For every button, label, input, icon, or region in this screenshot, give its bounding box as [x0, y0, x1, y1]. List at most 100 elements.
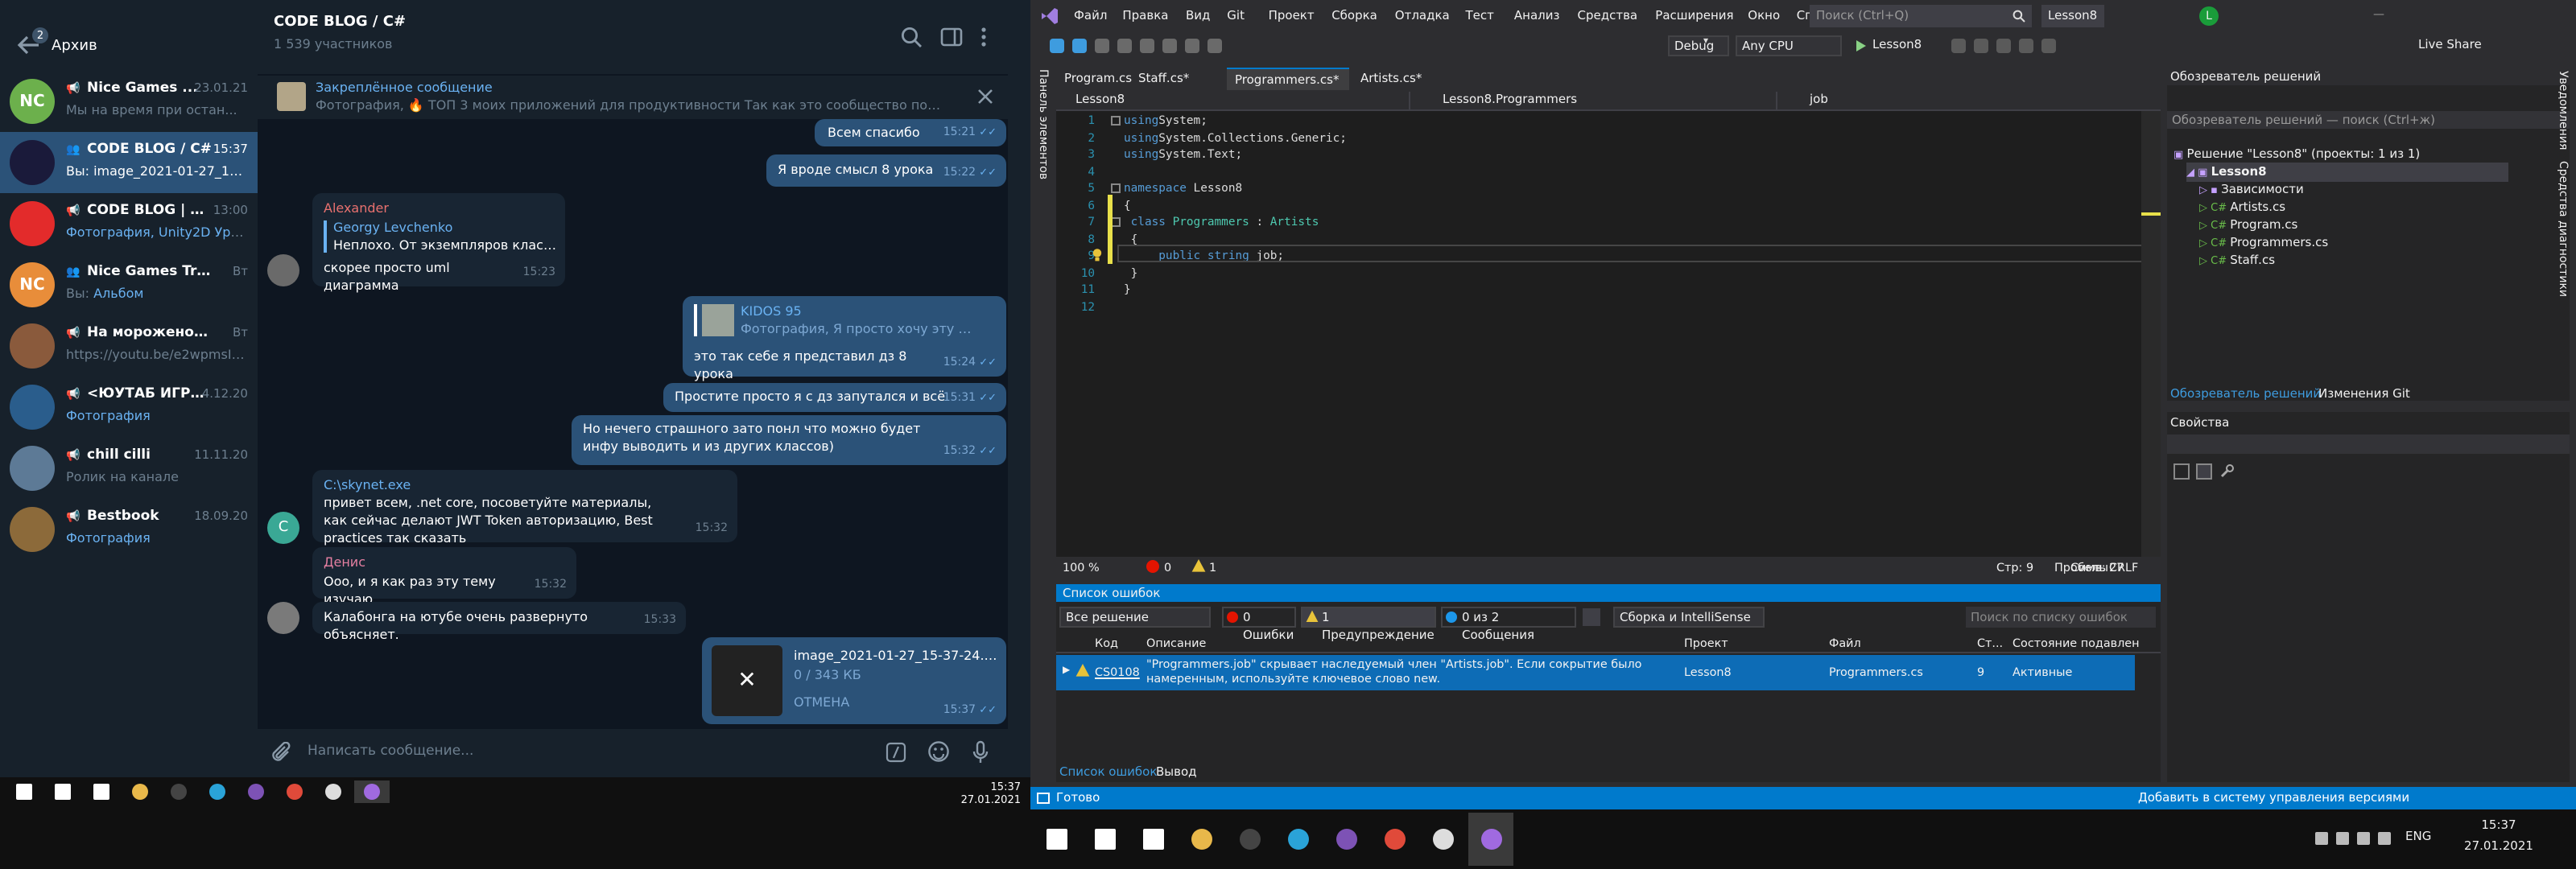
menu-item[interactable]: Средства	[1578, 8, 1638, 23]
viber-icon[interactable]	[238, 780, 274, 803]
column-header[interactable]: Описание	[1146, 632, 1206, 653]
alphabetical-icon[interactable]	[2196, 463, 2212, 480]
microphone-icon[interactable]	[972, 740, 989, 764]
code-line[interactable]: }	[1124, 282, 1131, 299]
cancel-download-icon[interactable]: ✕	[729, 663, 765, 698]
error-search-input[interactable]: Поиск по списку ошибок	[1966, 607, 2156, 628]
open-icon[interactable]	[1117, 39, 1132, 53]
warning-count[interactable]: 1	[1209, 560, 1216, 575]
save-icon[interactable]	[1140, 39, 1154, 53]
column-header[interactable]: Код	[1095, 632, 1118, 653]
zoom-level[interactable]: 100 %	[1063, 560, 1100, 575]
menu-item[interactable]: Вид	[1186, 8, 1210, 23]
live-share-button[interactable]: Live Share	[2418, 37, 2482, 51]
sender-name[interactable]: C:\skynet.exe	[324, 476, 411, 494]
search-icon[interactable]	[2013, 10, 2025, 23]
source-control-button[interactable]: Добавить в систему управления версиями	[2138, 790, 2409, 805]
chrome-icon[interactable]	[277, 780, 312, 803]
menu-item[interactable]: Сборка	[1331, 8, 1377, 23]
windows-icon[interactable]	[6, 780, 42, 803]
menu-item[interactable]: Расширения	[1655, 8, 1733, 23]
user-avatar[interactable]: L	[2199, 6, 2219, 26]
solution-tree-item[interactable]: ▷ C# Artists.cs	[2199, 198, 2285, 217]
stop-icon[interactable]	[1951, 39, 1966, 53]
bot-command-icon[interactable]	[886, 742, 906, 763]
column-header[interactable]: Состояние подавлен	[2013, 632, 2140, 653]
message-bubble[interactable]: ✕ image_2021-01-27_15-37-24.png 0 / 343 КБ…	[702, 637, 1006, 724]
toolbox-tab[interactable]: Панель элементов	[1034, 69, 1050, 198]
run-target[interactable]: Lesson8	[1872, 37, 1922, 51]
solution-tree-item[interactable]: ▷ C# Staff.cs	[2199, 251, 2275, 270]
message-input[interactable]: Написать сообщение...	[308, 743, 855, 766]
editor-scrollbar[interactable]	[2141, 111, 2161, 557]
menu-item[interactable]: Окно	[1748, 8, 1780, 23]
chat-list-item[interactable]: 📢 Bestbook 18.09.20 Фотография	[0, 499, 258, 560]
tab-git-changes[interactable]: Изменения Git	[2318, 386, 2410, 401]
message-bubble[interactable]: C:\skynet.exe привет всем, .net core, пос…	[312, 470, 737, 546]
code-line[interactable]: namespace Lesson8	[1124, 180, 1242, 197]
expand-icon[interactable]: ▶	[1063, 665, 1070, 676]
explorer-icon[interactable]	[122, 780, 158, 803]
message-bubble[interactable]: Всем спасибо 15:21 ✓✓	[815, 119, 1006, 146]
message-bubble[interactable]: Alexander Georgy Levchenko Неплохо. От экз…	[312, 193, 565, 293]
cancel-link[interactable]: ОТМЕНА	[794, 694, 849, 711]
obs-icon[interactable]	[161, 780, 196, 803]
solution-tree-item[interactable]: ▷ C# Programmers.cs	[2199, 233, 2328, 253]
bookmark-icon[interactable]	[1996, 39, 2011, 53]
close-icon[interactable]	[977, 89, 993, 105]
solution-tree-item[interactable]: ▣ Решение "Lesson8" (проекты: 1 из 1)	[2174, 145, 2420, 164]
telegram-icon[interactable]	[1275, 813, 1320, 866]
task-view-icon[interactable]	[84, 780, 119, 803]
build-filter-dropdown[interactable]: Сборка и IntelliSense	[1613, 607, 1765, 628]
sidebar-toggle-icon[interactable]	[940, 26, 963, 48]
more-icon[interactable]	[979, 26, 989, 48]
attach-icon[interactable]	[270, 742, 293, 764]
sender-name[interactable]: Денис	[324, 554, 365, 571]
eol-indicator[interactable]: CRLF	[2109, 560, 2138, 575]
tab-staffcs[interactable]: Staff.cs*	[1130, 68, 1224, 90]
wrench-icon[interactable]	[2219, 463, 2235, 480]
lightbulb-icon[interactable]	[1092, 248, 1103, 262]
clock-app-icon[interactable]	[1420, 813, 1465, 866]
chat-list-item[interactable]: 📢 CODE BLOG | Про...13:00 Фотография, Unit…	[0, 193, 258, 254]
emoji-icon[interactable]	[927, 740, 950, 763]
visual-studio-icon[interactable]	[354, 780, 390, 803]
tray-keyboard-icon[interactable]	[2378, 832, 2391, 845]
clock-app-icon[interactable]	[316, 780, 351, 803]
message-bubble[interactable]: Простите просто я с дз запутался и всё 15…	[663, 383, 1006, 412]
menu-item[interactable]: Проект	[1269, 8, 1315, 23]
solution-tree-item[interactable]: ▷ ▪ Зависимости	[2199, 180, 2304, 200]
message-bubble[interactable]: Калабонга на ютубе очень развернуто объя…	[312, 602, 686, 642]
menu-item[interactable]: Отладка	[1395, 8, 1450, 23]
fold-marker[interactable]	[1111, 116, 1121, 126]
chat-list-item[interactable]: NC 📢 Nice Games ... 23.01.21 Мы на время при…	[0, 71, 258, 132]
tray-network-icon[interactable]	[2336, 832, 2349, 845]
message-bubble[interactable]: KIDOS 95 Фотография, Я просто хочу эту шт…	[683, 296, 1006, 381]
search-box[interactable]: Поиск (Ctrl+Q)	[1810, 5, 2032, 27]
forward-icon[interactable]	[1072, 39, 1087, 53]
chat-list-item[interactable]: 📢 <ЮУТАБ ИГРЫ> 4.12.20 Фотография	[0, 377, 258, 438]
categorized-icon[interactable]	[2174, 463, 2190, 480]
chrome-icon[interactable]	[1372, 813, 1417, 866]
code-line[interactable]: {	[1124, 197, 1131, 214]
restart-icon[interactable]	[1974, 39, 1988, 53]
column-header[interactable]: Файл	[1829, 632, 1861, 653]
warnings-filter-button[interactable]: 1 Предупреждение	[1301, 607, 1436, 642]
notifications-tab[interactable]: Уведомления	[2557, 71, 2570, 150]
obs-icon[interactable]	[1227, 813, 1272, 866]
task-view-icon[interactable]	[1130, 813, 1175, 866]
windows-icon[interactable]	[1034, 813, 1079, 866]
back-icon[interactable]	[1050, 39, 1064, 53]
tab-output[interactable]: Вывод	[1156, 764, 1197, 779]
menu-item[interactable]: Анализ	[1514, 8, 1560, 23]
nav-member[interactable]: job	[1790, 92, 2145, 109]
search-icon[interactable]	[1082, 813, 1127, 866]
search-icon[interactable]	[900, 26, 923, 48]
tab-programcs[interactable]: Program.cs	[1056, 68, 1132, 90]
error-row[interactable]: ▶ CS0108 "Programmers.job" скрывает насл…	[1056, 655, 2135, 690]
message-bubble[interactable]: Но нечего страшного зато понл что можно …	[572, 415, 1006, 465]
visual-studio-icon[interactable]	[1468, 813, 1513, 866]
code-line[interactable]: }	[1124, 265, 1138, 282]
minimize-icon[interactable]: —	[2373, 8, 2384, 21]
menu-item[interactable]: Тест	[1466, 8, 1494, 23]
